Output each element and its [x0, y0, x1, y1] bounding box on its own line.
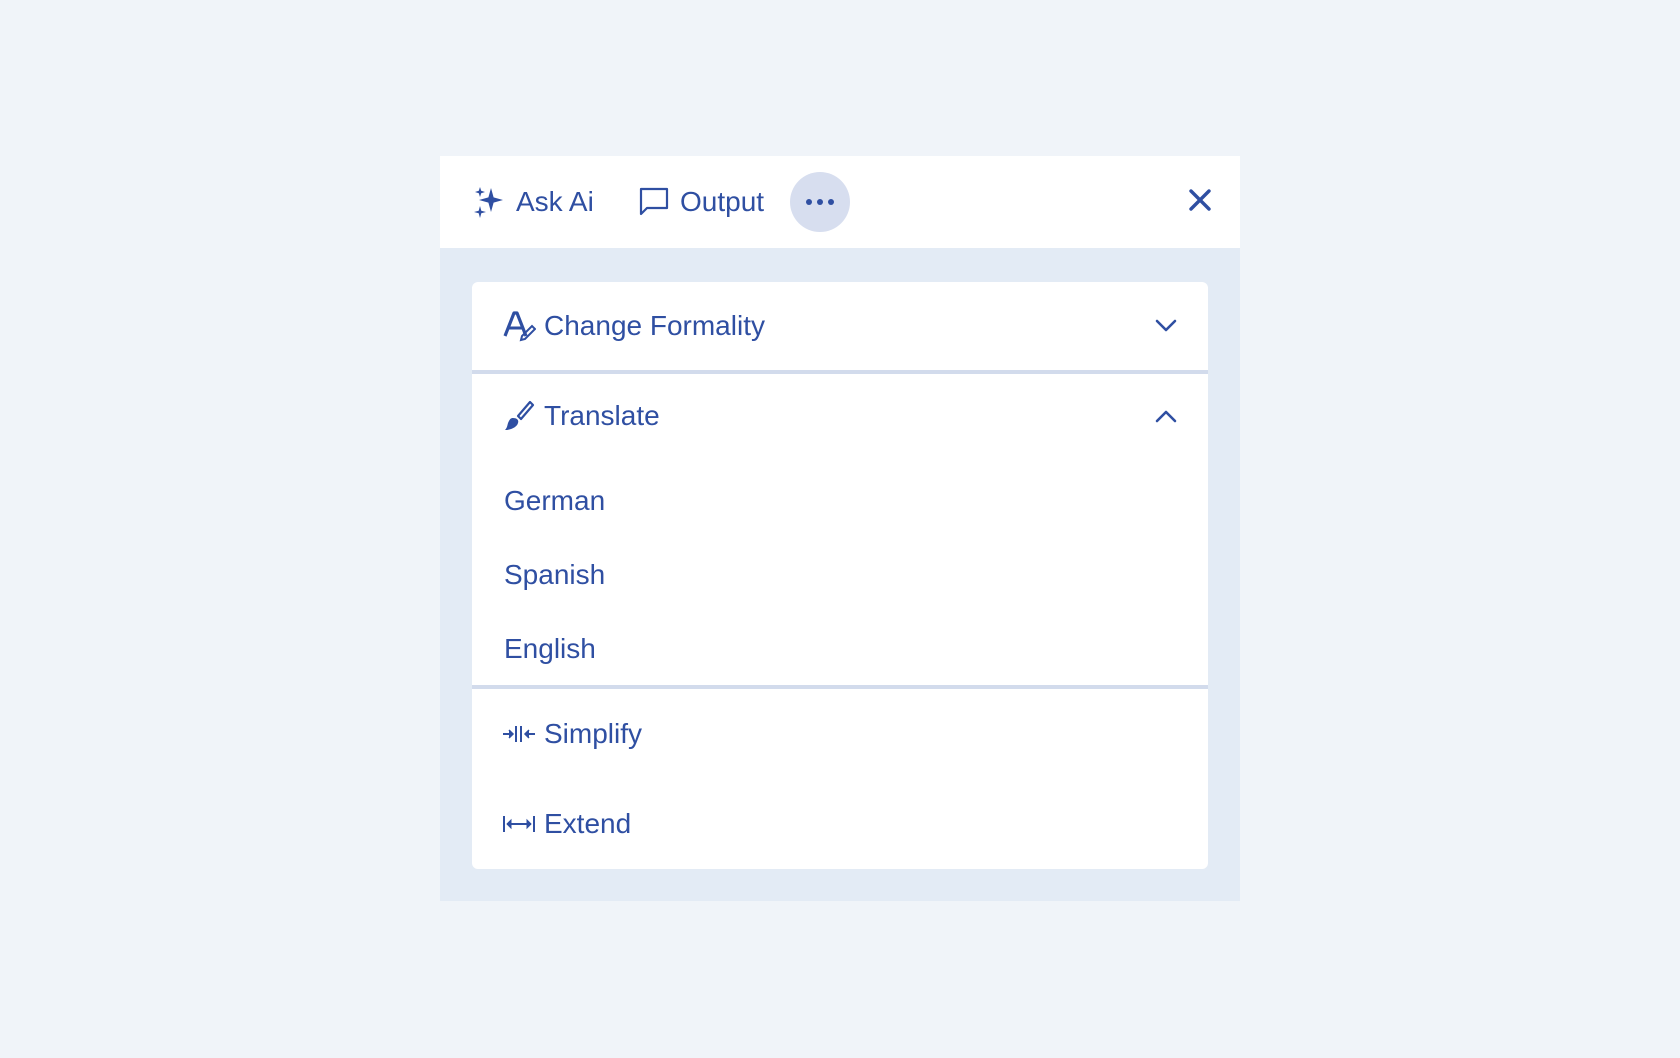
- chevron-down-icon: [1152, 312, 1180, 340]
- panel-toolbar: Ask Ai Output: [440, 156, 1240, 248]
- translate-item[interactable]: Translate: [472, 374, 1208, 458]
- simplify-label: Simplify: [544, 718, 643, 749]
- change-formality-item[interactable]: Change Formality: [472, 282, 1208, 370]
- translate-label: Translate: [544, 400, 660, 431]
- translate-option-german[interactable]: German: [504, 485, 605, 517]
- compress-horizontal-icon: [502, 717, 536, 751]
- output-label: Output: [680, 186, 765, 217]
- close-button[interactable]: [1182, 184, 1218, 220]
- brush-icon: [502, 399, 536, 433]
- translate-option-spanish[interactable]: Spanish: [504, 559, 605, 591]
- more-options-button[interactable]: [790, 172, 850, 232]
- ask-ai-label: Ask Ai: [516, 186, 594, 217]
- actions-menu-card: Change Formality Translate German Spanis…: [472, 282, 1208, 869]
- translate-option-english[interactable]: English: [504, 633, 596, 665]
- ai-assistant-panel: Ask Ai Output Change Formality Translate…: [440, 156, 1240, 901]
- sparkles-icon: [472, 185, 506, 219]
- extend-label: Extend: [544, 808, 632, 839]
- chat-bubble-icon: [638, 186, 670, 218]
- text-edit-icon: [502, 309, 536, 343]
- close-icon: [1189, 188, 1211, 216]
- ask-ai-button[interactable]: Ask Ai: [472, 180, 594, 224]
- chevron-up-icon: [1152, 402, 1180, 430]
- expand-horizontal-icon: [502, 807, 536, 841]
- simplify-item[interactable]: Simplify: [472, 689, 1208, 779]
- ellipsis-icon: [805, 193, 835, 211]
- extend-item[interactable]: Extend: [472, 779, 1208, 869]
- output-button[interactable]: Output: [638, 180, 764, 224]
- change-formality-label: Change Formality: [544, 310, 765, 341]
